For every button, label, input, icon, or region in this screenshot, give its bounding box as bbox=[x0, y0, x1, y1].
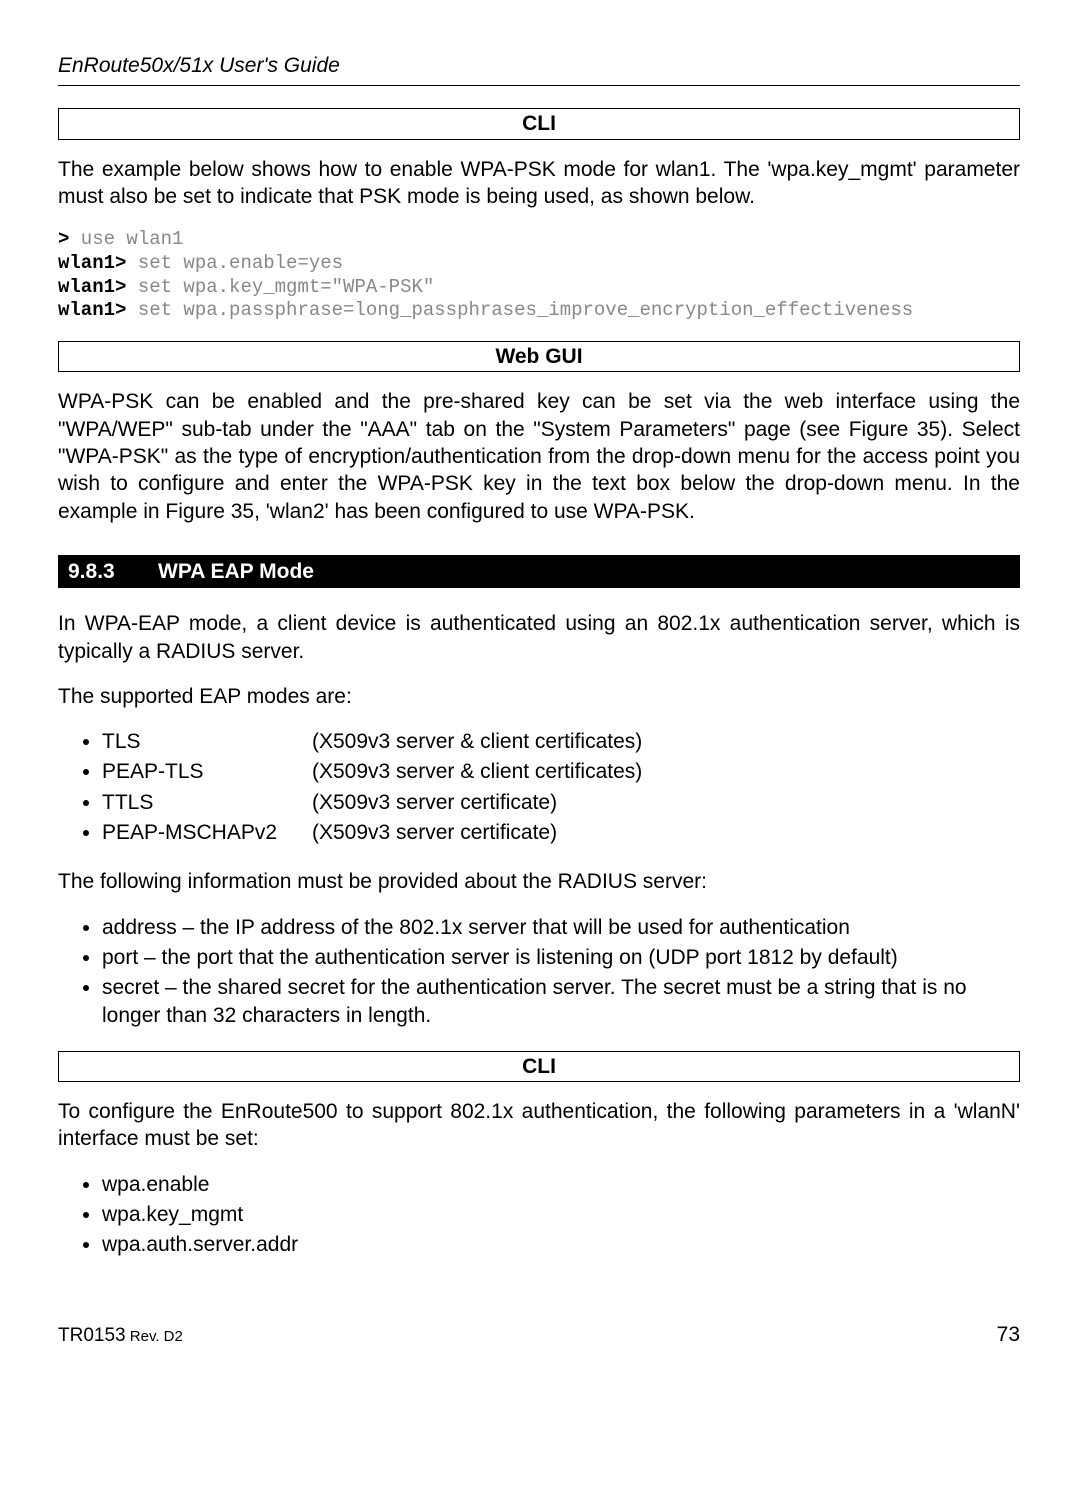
cli-label-1: CLI bbox=[58, 108, 1020, 139]
eap-supported-label: The supported EAP modes are: bbox=[58, 683, 1020, 710]
list-item: address – the IP address of the 802.1x s… bbox=[102, 914, 1020, 941]
eap-mode-cert: (X509v3 server & client certificates) bbox=[312, 730, 642, 753]
footer: TR0153 Rev. D2 73 bbox=[58, 1321, 1020, 1349]
eap-mode-cert: (X509v3 server certificate) bbox=[312, 791, 557, 814]
webgui-label: Web GUI bbox=[58, 341, 1020, 372]
cli-prompt: wlan1> bbox=[58, 276, 126, 298]
page-number: 73 bbox=[997, 1321, 1020, 1348]
cli1-code: > use wlan1 wlan1> set wpa.enable=yes wl… bbox=[58, 228, 1020, 323]
footer-rev: Rev. D2 bbox=[126, 1328, 183, 1345]
cli-cmd: set wpa.passphrase=long_passphrases_impr… bbox=[126, 299, 913, 321]
eap-mode-name: TTLS bbox=[102, 789, 312, 816]
list-item: TLS(X509v3 server & client certificates) bbox=[102, 728, 1020, 755]
list-item: wpa.auth.server.addr bbox=[102, 1231, 1020, 1258]
webgui-para: WPA-PSK can be enabled and the pre-share… bbox=[58, 388, 1020, 524]
list-item: PEAP-TLS(X509v3 server & client certific… bbox=[102, 758, 1020, 785]
cli-prompt: wlan1> bbox=[58, 299, 126, 321]
cli2-intro: To configure the EnRoute500 to support 8… bbox=[58, 1098, 1020, 1153]
cli-prompt: wlan1> bbox=[58, 252, 126, 274]
eap-mode-name: PEAP-TLS bbox=[102, 758, 312, 785]
section-title: WPA EAP Mode bbox=[158, 560, 314, 583]
list-item: wpa.enable bbox=[102, 1171, 1020, 1198]
list-item: wpa.key_mgmt bbox=[102, 1201, 1020, 1228]
cli1-intro: The example below shows how to enable WP… bbox=[58, 156, 1020, 211]
cli-cmd: set wpa.enable=yes bbox=[126, 252, 343, 274]
list-item: secret – the shared secret for the authe… bbox=[102, 974, 1020, 1029]
eap-mode-cert: (X509v3 server & client certificates) bbox=[312, 760, 642, 783]
cli-label-2: CLI bbox=[58, 1051, 1020, 1082]
radius-label: The following information must be provid… bbox=[58, 868, 1020, 895]
section-heading: 9.8.3WPA EAP Mode bbox=[58, 555, 1020, 588]
section-number: 9.8.3 bbox=[68, 558, 158, 585]
wpa-params-list: wpa.enable wpa.key_mgmt wpa.auth.server.… bbox=[58, 1171, 1020, 1259]
cli-cmd: use wlan1 bbox=[69, 228, 183, 250]
radius-info-list: address – the IP address of the 802.1x s… bbox=[58, 914, 1020, 1029]
footer-doc: TR0153 bbox=[58, 1325, 126, 1346]
eap-mode-name: TLS bbox=[102, 728, 312, 755]
footer-doc-id: TR0153 Rev. D2 bbox=[58, 1325, 183, 1346]
eap-intro: In WPA-EAP mode, a client device is auth… bbox=[58, 610, 1020, 665]
list-item: TTLS(X509v3 server certificate) bbox=[102, 789, 1020, 816]
eap-mode-name: PEAP-MSCHAPv2 bbox=[102, 819, 312, 846]
eap-mode-cert: (X509v3 server certificate) bbox=[312, 821, 557, 844]
eap-modes-list: TLS(X509v3 server & client certificates)… bbox=[58, 728, 1020, 846]
cli-prompt: > bbox=[58, 228, 69, 250]
header-rule bbox=[58, 85, 1020, 86]
header-doc-title: EnRoute50x/51x User's Guide bbox=[58, 52, 1020, 79]
list-item: port – the port that the authentication … bbox=[102, 944, 1020, 971]
cli-cmd: set wpa.key_mgmt="WPA-PSK" bbox=[126, 276, 434, 298]
list-item: PEAP-MSCHAPv2(X509v3 server certificate) bbox=[102, 819, 1020, 846]
